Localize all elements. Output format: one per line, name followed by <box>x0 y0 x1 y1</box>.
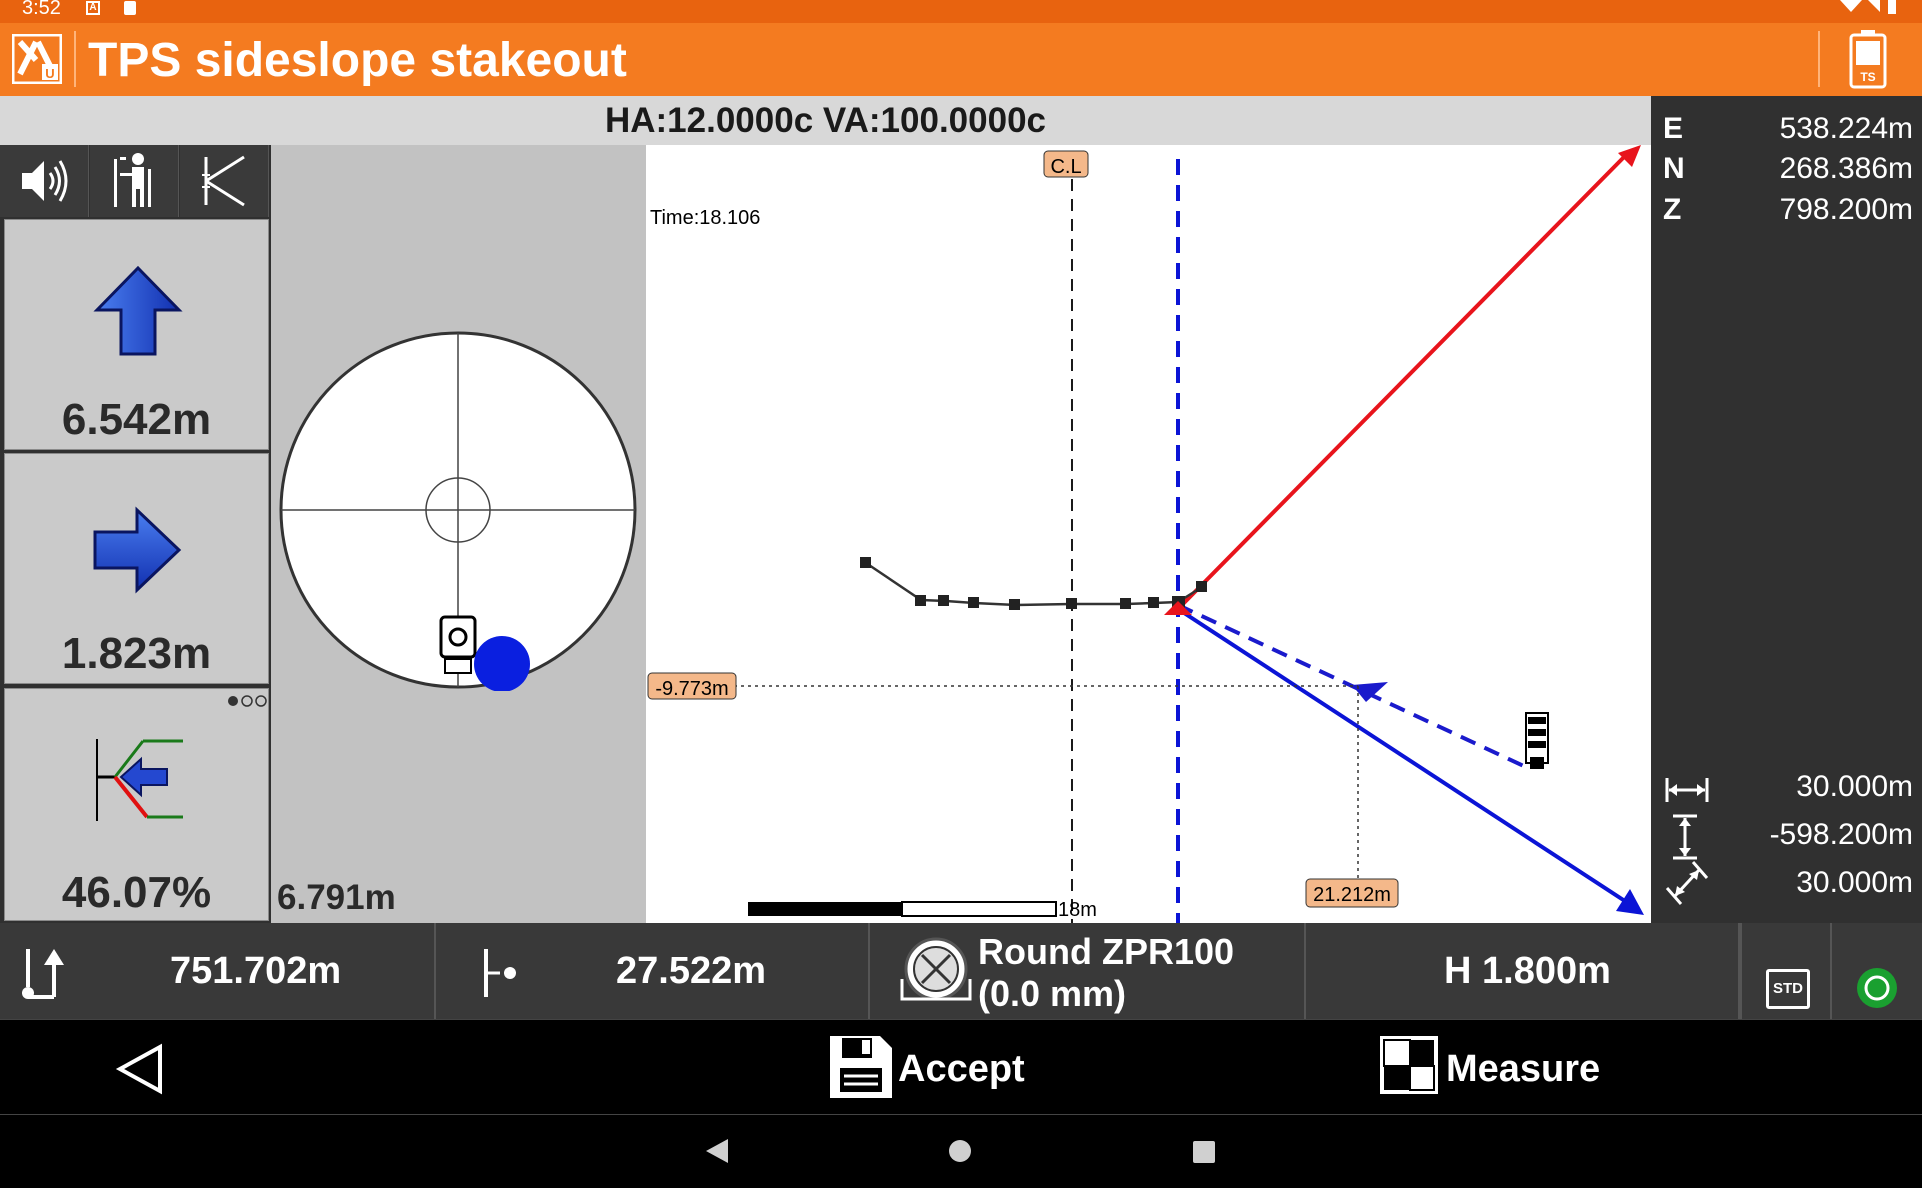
fill-arrow-head <box>1616 889 1644 915</box>
slope-guidance: 46.07% <box>4 688 269 921</box>
cut-arrow-head <box>1618 145 1641 167</box>
coordinates-panel: E 538.224m N 268.386m Z 798.200m 30.000m -5… <box>1651 96 1922 923</box>
side-guidance: 1.823m <box>4 453 269 684</box>
slope-length-icon <box>1665 861 1709 905</box>
back-triangle-icon <box>115 1043 162 1095</box>
scale-bar-filled <box>748 902 902 916</box>
scale-label: 18m <box>1058 899 1097 921</box>
dim-horizontal: 30.000m <box>1663 768 1913 812</box>
accept-label: Accept <box>898 1048 1025 1090</box>
instrument-height: H 1.800m <box>1444 950 1611 992</box>
round-prism-icon <box>900 937 972 1001</box>
measure-icon <box>1380 1036 1438 1094</box>
terrain-points <box>860 557 1207 610</box>
speaker-icon <box>22 160 68 202</box>
dim-vertical: -598.200m <box>1663 814 1913 860</box>
offset-cell[interactable]: 27.522m <box>436 923 870 1019</box>
nav-back-button[interactable] <box>704 1137 730 1165</box>
prism-cell[interactable]: Round ZPR100 (0.0 mm) <box>870 923 1306 1019</box>
arrow-up-icon <box>93 266 183 356</box>
target-cell[interactable] <box>1832 923 1922 1019</box>
bubble-distance: 6.791m <box>277 878 396 917</box>
status-time: 3:52 <box>22 0 61 19</box>
coord-z: Z 798.200m <box>1663 193 1913 226</box>
svg-text:TS: TS <box>1860 70 1875 84</box>
slope-icon <box>202 155 245 207</box>
more-dots-icon[interactable] <box>227 695 267 707</box>
height-cell[interactable]: 751.702m <box>0 923 436 1019</box>
cross-section-plot[interactable]: Time:18.106 C.L -9.773m 21.212m 18m <box>646 145 1651 923</box>
vertical-height-icon <box>1673 814 1697 860</box>
app-logo-icon[interactable]: U <box>12 34 62 84</box>
distance-label: 21.212m <box>1313 884 1391 906</box>
wifi-battery-icons <box>1840 0 1896 14</box>
height-value: 751.702m <box>170 950 342 992</box>
measure-label: Measure <box>1446 1048 1601 1090</box>
slope-mode-button[interactable] <box>180 145 269 217</box>
level-bubble-panel: 6.791m <box>271 145 646 923</box>
prism-name: Round ZPR100 <box>978 931 1235 972</box>
instrument-height-cell[interactable]: H 1.800m <box>1306 923 1740 1019</box>
bubble-indicator <box>474 636 530 691</box>
page-title: TPS sideslope stakeout <box>88 34 627 87</box>
total-station-icon <box>439 615 477 674</box>
std-cell[interactable]: STD <box>1740 923 1832 1019</box>
arrow-right-icon <box>93 506 182 594</box>
sound-button[interactable] <box>0 145 89 217</box>
action-bar: Accept Measure <box>0 1019 1922 1115</box>
scale-bar-empty <box>901 901 1057 917</box>
status-bar: 3:52 A <box>0 0 1922 23</box>
coord-e: E 538.224m <box>1663 112 1913 145</box>
title-separator-right <box>1818 31 1820 87</box>
sd-card-icon <box>124 1 136 15</box>
prism-offset: (0.0 mm) <box>978 973 1127 1014</box>
system-nav-bar <box>0 1115 1922 1188</box>
slope-percent: 46.07% <box>61 868 212 917</box>
guidance-panel: 6.542m 1.823m 46.07% <box>0 145 271 923</box>
dim-slope: 30.000m <box>1663 861 1913 908</box>
forward-distance: 6.542m <box>61 395 212 444</box>
plot-canvas[interactable]: Time:18.106 C.L -9.773m 21.212m 18m <box>646 145 1651 923</box>
back-button[interactable] <box>114 1043 166 1095</box>
slope-direction-icon <box>96 739 183 821</box>
surveyor-button[interactable] <box>90 145 179 217</box>
coord-n: N 268.386m <box>1663 152 1913 185</box>
forward-guidance: 6.542m <box>4 219 269 450</box>
save-icon <box>830 1036 892 1098</box>
level-bubble <box>279 331 637 691</box>
prism-icon <box>1525 712 1549 769</box>
nav-recents-button[interactable] <box>1192 1140 1216 1164</box>
time-label: Time:18.106 <box>650 207 760 229</box>
cut-slope-line <box>1176 153 1628 611</box>
offset-label: -9.773m <box>655 678 728 700</box>
notification-a-icon: A <box>86 1 100 15</box>
title-bar: U TPS sideslope stakeout TS <box>0 23 1922 96</box>
side-distance: 1.823m <box>61 629 212 678</box>
svg-text:U: U <box>45 66 54 81</box>
battery-icon[interactable]: TS <box>1848 29 1888 89</box>
info-bar: 751.702m 27.522m Round ZPR100 (0.0 mm) H… <box>0 923 1922 1019</box>
prism-arrow-head <box>1352 682 1388 702</box>
offset-icon <box>484 949 516 997</box>
offset-value: 27.522m <box>616 950 767 992</box>
angle-readout: HA:12.0000c VA:100.0000c <box>0 96 1651 145</box>
height-icon <box>22 949 64 999</box>
centerline-label: C.L <box>1050 156 1081 178</box>
surveyor-icon <box>114 153 151 207</box>
target-status-icon[interactable] <box>1854 965 1900 1011</box>
title-separator <box>74 31 76 87</box>
std-mode-button[interactable]: STD <box>1766 969 1810 1009</box>
horizontal-width-icon <box>1665 778 1709 802</box>
fill-slope-line <box>1176 607 1633 907</box>
accept-button[interactable]: Accept <box>826 1032 1025 1104</box>
nav-home-button[interactable] <box>948 1139 972 1163</box>
measure-button[interactable]: Measure <box>1378 1032 1601 1104</box>
